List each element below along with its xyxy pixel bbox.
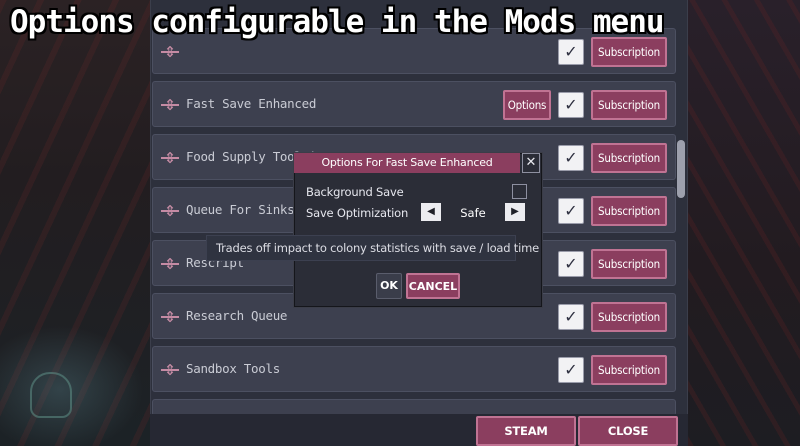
duplicant-figure xyxy=(30,372,72,418)
scrollbar-thumb[interactable] xyxy=(677,140,685,198)
mod-enabled-checkbox[interactable]: ✓ xyxy=(558,39,584,65)
arrow-right-icon[interactable]: ▶ xyxy=(505,203,525,221)
save-optimization-label: Save Optimization xyxy=(306,206,409,220)
page-title: Options configurable in the Mods menu xyxy=(10,4,665,40)
drag-handle-icon[interactable]: ⇕ xyxy=(161,254,179,274)
subscription-button[interactable]: Subscription xyxy=(591,143,667,173)
mod-row[interactable]: ⇕ Sandbox Tools ✓ Subscription xyxy=(152,346,676,392)
drag-handle-icon[interactable]: ⇕ xyxy=(161,307,179,327)
background-right xyxy=(688,0,800,446)
subscription-button[interactable]: Subscription xyxy=(591,196,667,226)
background-save-label: Background Save xyxy=(306,185,404,199)
mod-title: Sandbox Tools xyxy=(186,361,280,376)
ok-button[interactable]: OK xyxy=(376,273,402,299)
drag-handle-icon[interactable]: ⇕ xyxy=(161,360,179,380)
close-button[interactable]: CLOSE xyxy=(578,416,678,446)
steam-workshop-button[interactable]: STEAM WORKSHOP xyxy=(476,416,576,446)
close-icon[interactable]: ✕ xyxy=(522,153,540,173)
drag-handle-icon[interactable]: ⇕ xyxy=(161,95,179,115)
drag-handle-icon[interactable]: ⇕ xyxy=(161,42,179,62)
mod-enabled-checkbox[interactable]: ✓ xyxy=(558,145,584,171)
tooltip: Trades off impact to colony statistics w… xyxy=(206,235,539,261)
subscription-button[interactable]: Subscription xyxy=(591,355,667,385)
dialog-title: Options For Fast Save Enhanced xyxy=(294,153,520,173)
subscription-button[interactable]: Subscription xyxy=(591,90,667,120)
mod-title: Queue For Sinks xyxy=(186,202,295,217)
mod-title: Research Queue xyxy=(186,308,288,323)
mod-row[interactable]: ⇕ Fast Save Enhanced Options ✓ Subscript… xyxy=(152,81,676,127)
mod-enabled-checkbox[interactable]: ✓ xyxy=(558,357,584,383)
cancel-button[interactable]: CANCEL xyxy=(406,273,460,299)
mod-enabled-checkbox[interactable]: ✓ xyxy=(558,198,584,224)
mod-enabled-checkbox[interactable]: ✓ xyxy=(558,251,584,277)
drag-handle-icon[interactable]: ⇕ xyxy=(161,148,179,168)
background-save-checkbox[interactable] xyxy=(512,184,527,199)
subscription-button[interactable]: Subscription xyxy=(591,302,667,332)
mod-enabled-checkbox[interactable]: ✓ xyxy=(558,304,584,330)
mod-enabled-checkbox[interactable]: ✓ xyxy=(558,92,584,118)
drag-handle-icon[interactable]: ⇕ xyxy=(161,201,179,221)
mod-title: Fast Save Enhanced xyxy=(186,96,317,111)
save-optimization-value: Safe xyxy=(460,206,486,220)
subscription-button[interactable]: Subscription xyxy=(591,37,667,67)
background-tube xyxy=(0,320,150,446)
options-button[interactable]: Options xyxy=(503,90,551,120)
subscription-button[interactable]: Subscription xyxy=(591,249,667,279)
arrow-left-icon[interactable]: ◀ xyxy=(421,203,441,221)
